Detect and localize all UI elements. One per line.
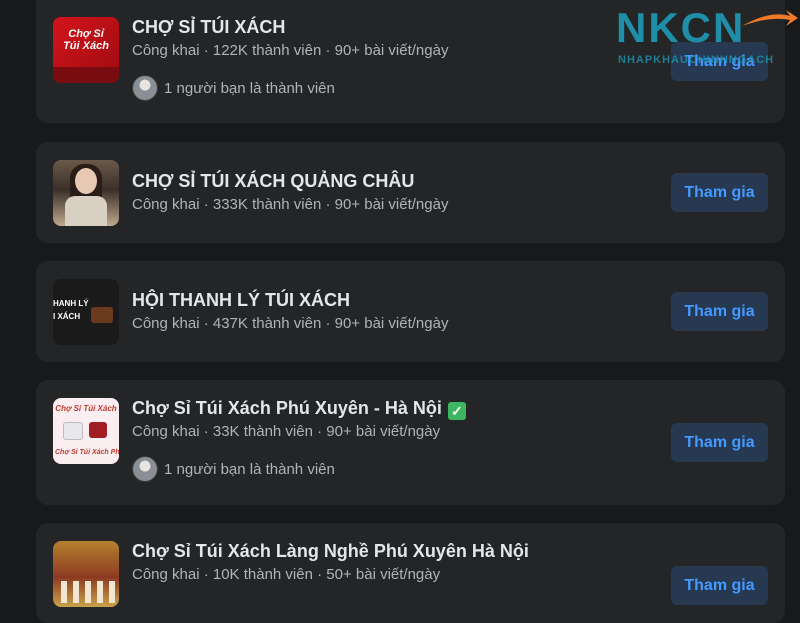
friends-info: 1 người bạn là thành viên — [132, 75, 335, 101]
join-button[interactable]: Tham gia — [671, 292, 768, 331]
thumbnail-text-block: HANH LÝ I XÁCH — [53, 297, 89, 323]
join-button[interactable]: Tham gia — [671, 173, 768, 212]
group-meta: Công khai · 122K thành viên · 90+ bài vi… — [132, 42, 449, 59]
group-name[interactable]: CHỢ SỈ TÚI XÁCH QUẢNG CHÂU — [132, 171, 414, 192]
avatar — [132, 75, 158, 101]
avatar — [132, 456, 158, 482]
friends-text: 1 người bạn là thành viên — [164, 79, 335, 97]
group-card[interactable]: Chợ Sỉ Túi Xách Chợ Sỉ Túi Xách Phú Xuy … — [36, 380, 785, 505]
bag-shape — [63, 422, 83, 440]
bag-shape — [91, 307, 113, 323]
join-button[interactable]: Tham gia — [671, 423, 768, 462]
thumbnail-text: Chợ Sỉ Túi Xách Phú Xuy — [55, 449, 119, 456]
group-name[interactable]: Chợ Sỉ Túi Xách Phú Xuyên - Hà Nội — [132, 398, 442, 418]
group-meta: Công khai · 10K thành viên · 50+ bài viế… — [132, 566, 441, 583]
join-button[interactable]: Tham gia — [671, 566, 768, 605]
group-meta: Công khai · 33K thành viên · 90+ bài viế… — [132, 423, 441, 440]
thumbnail-text: I XÁCH — [53, 312, 81, 321]
group-card[interactable]: CHỢ SỈ TÚI XÁCH QUẢNG CHÂU Công khai · 3… — [36, 142, 785, 243]
arrow-icon — [742, 10, 798, 26]
thumbnail-text: HANH LÝ — [53, 299, 89, 308]
group-thumbnail[interactable] — [53, 541, 119, 607]
thumbnail-shape — [65, 196, 107, 226]
friends-text: 1 người bạn là thành viên — [164, 460, 335, 478]
group-name[interactable]: HỘI THANH LÝ TÚI XÁCH — [132, 290, 350, 311]
group-thumbnail[interactable]: HANH LÝ I XÁCH — [53, 279, 119, 345]
group-thumbnail[interactable] — [53, 160, 119, 226]
group-name-row[interactable]: Chợ Sỉ Túi Xách Phú Xuyên - Hà Nội ✓ — [132, 398, 466, 420]
thumbnail-text: Chợ Sỉ Túi Xách — [55, 404, 117, 413]
arrow-shape — [742, 10, 798, 26]
group-thumbnail[interactable]: Chợ Sỉ Túi Xách Chợ Sỉ Túi Xách Phú Xuy — [53, 398, 119, 464]
group-name[interactable]: CHỢ SỈ TÚI XÁCH — [132, 17, 285, 38]
group-thumbnail[interactable]: Chợ Sỉ Túi Xách — [53, 17, 119, 83]
logo-text: NKCN — [616, 4, 746, 51]
group-card[interactable]: Chợ Sỉ Túi Xách Làng Nghề Phú Xuyên Hà N… — [36, 523, 785, 623]
logo-subtitle: NHAPKHAUCHINHNGACH — [618, 54, 775, 66]
thumbnail-text: Túi Xách — [63, 40, 109, 52]
thumbnail-text: Chợ Sỉ — [68, 28, 104, 40]
friends-info: 1 người bạn là thành viên — [132, 456, 335, 482]
thumbnail-shape — [75, 168, 97, 194]
thumbnail-strip — [53, 67, 119, 83]
verified-check-icon: ✓ — [447, 402, 466, 420]
group-meta: Công khai · 437K thành viên · 90+ bài vi… — [132, 315, 449, 332]
group-meta: Công khai · 333K thành viên · 90+ bài vi… — [132, 196, 449, 213]
group-name[interactable]: Chợ Sỉ Túi Xách Làng Nghề Phú Xuyên Hà N… — [132, 541, 529, 562]
bag-shape — [89, 422, 107, 438]
watermark-logo: NKCN NHAPKHAUCHINHNGACH — [616, 4, 800, 68]
group-card[interactable]: HANH LÝ I XÁCH HỘI THANH LÝ TÚI XÁCH Côn… — [36, 261, 785, 362]
